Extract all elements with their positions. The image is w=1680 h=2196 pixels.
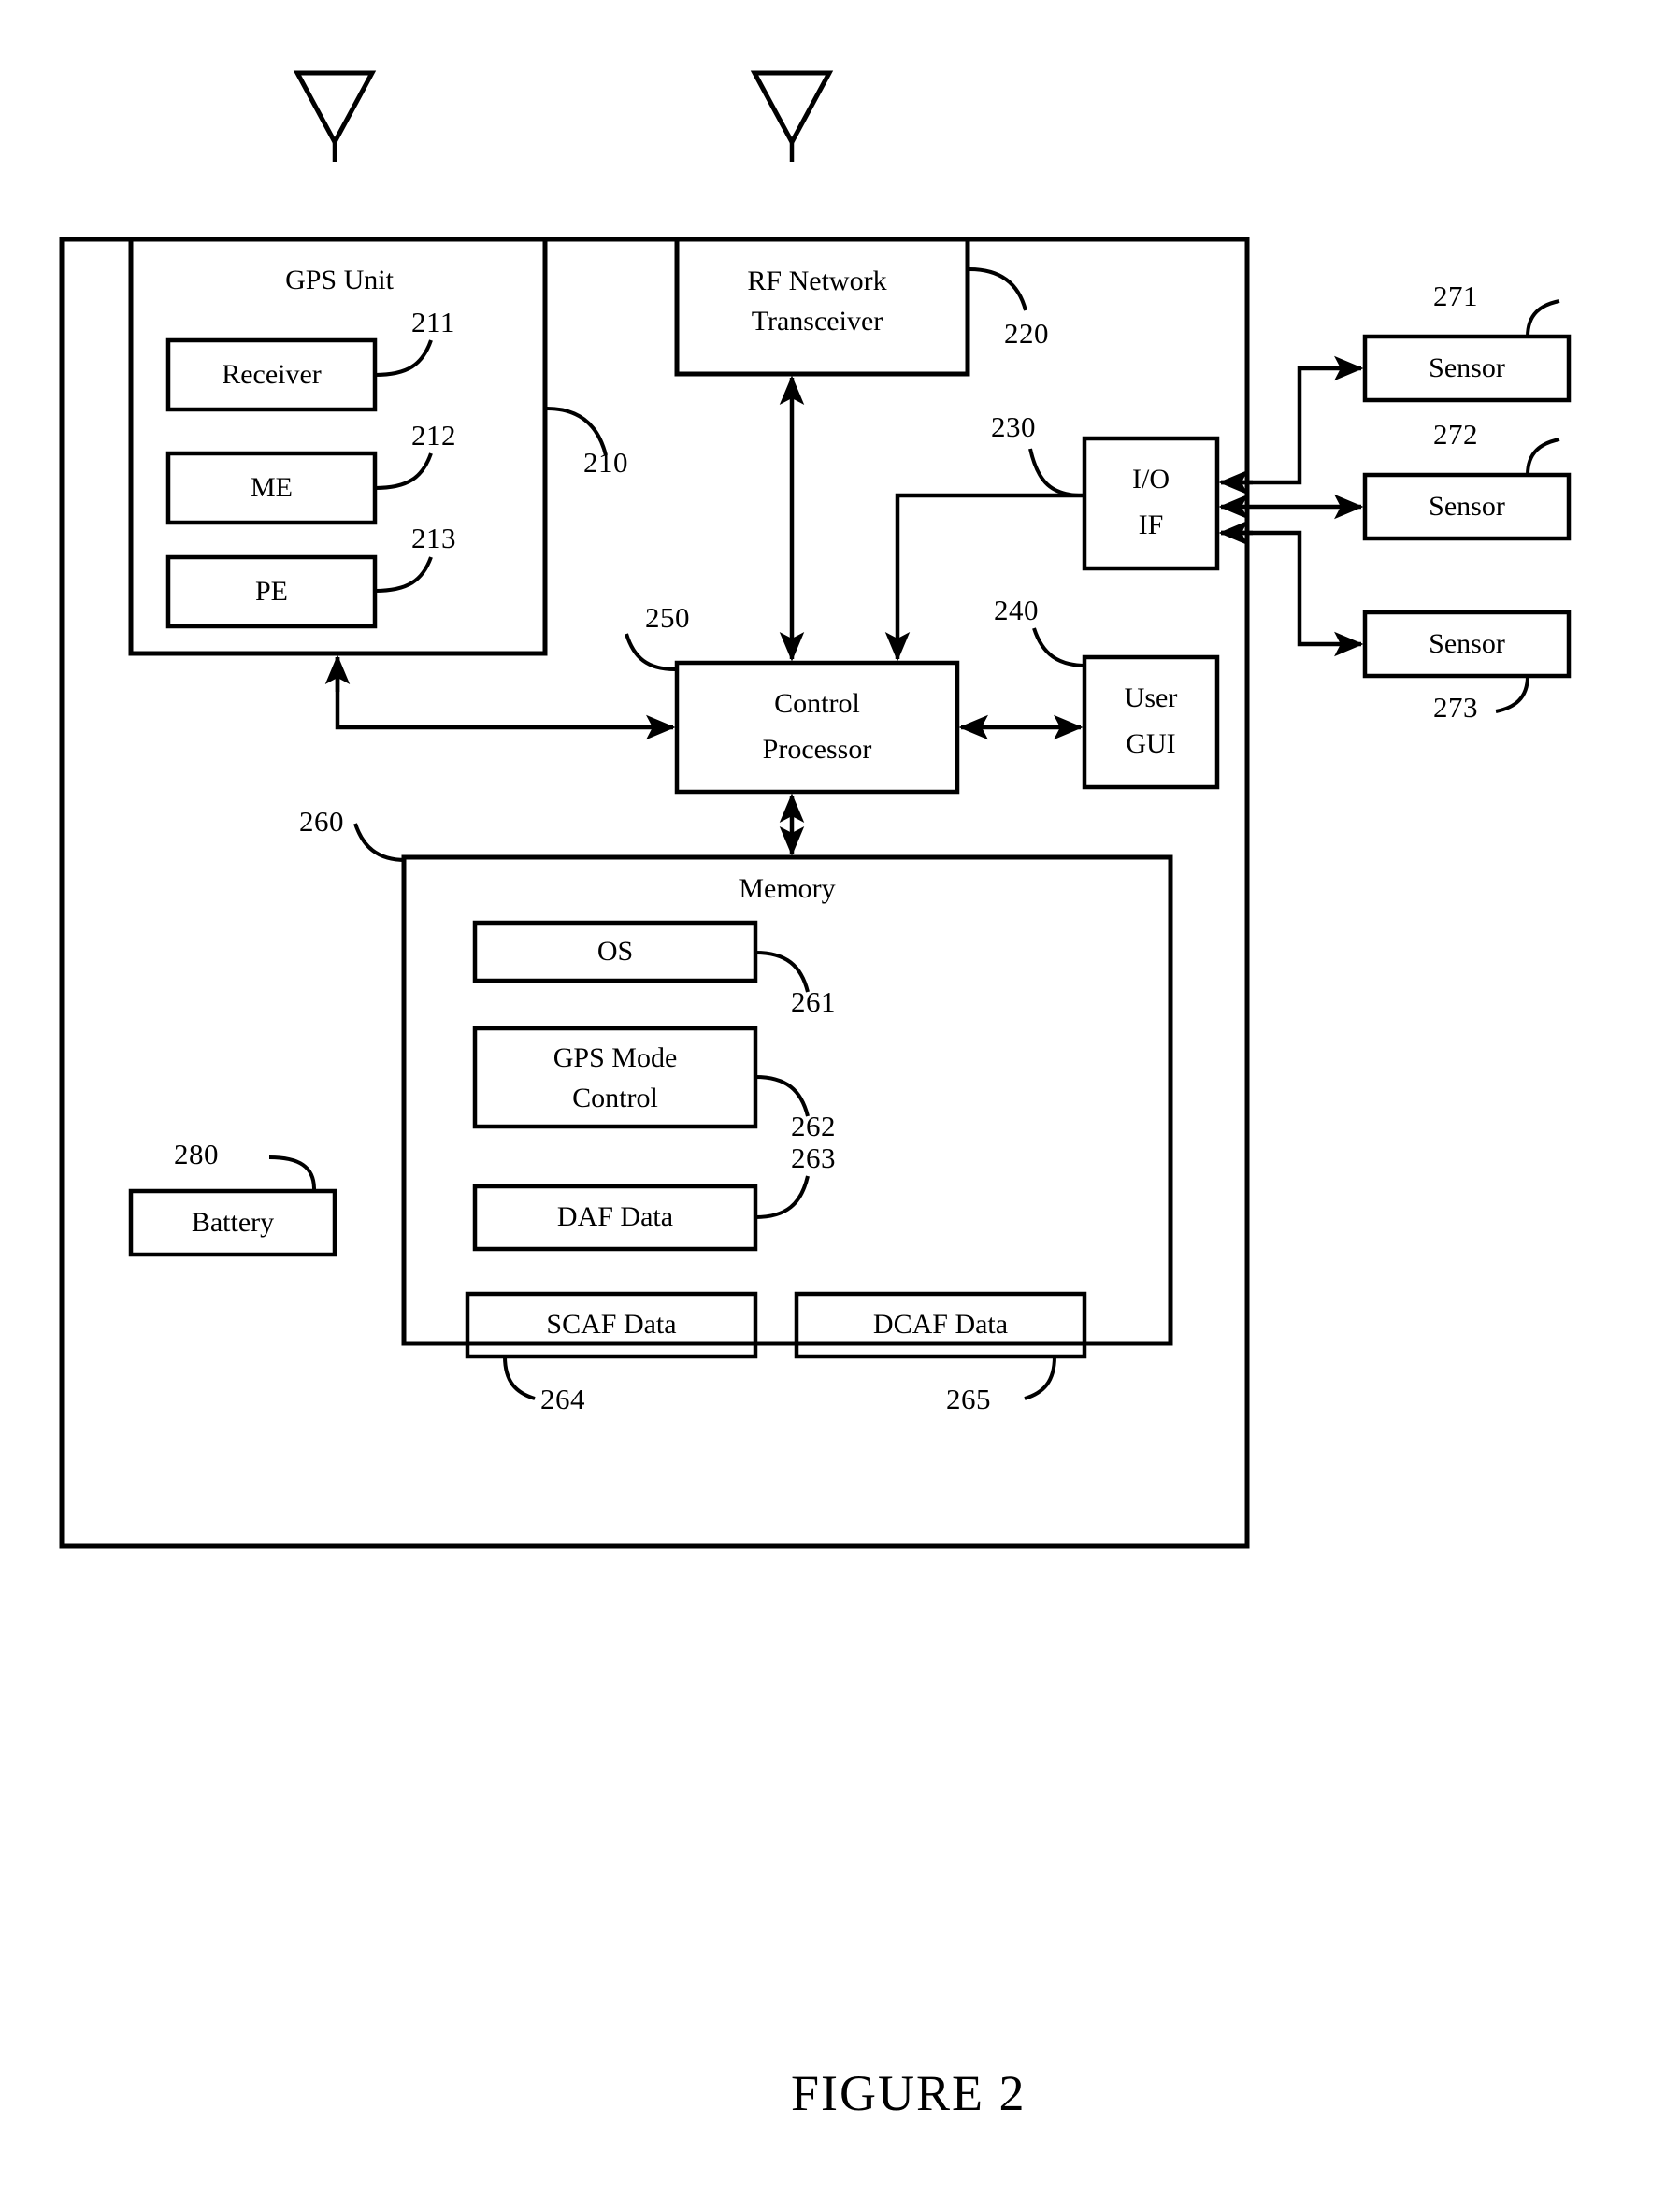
- conn-io-to-cp: [884, 493, 1083, 662]
- io-if-box: [1082, 436, 1220, 571]
- dcaf-data-box: [794, 1291, 1087, 1359]
- leader-261: [754, 951, 810, 993]
- device-enclosure: [59, 237, 1250, 1549]
- leader-210: [546, 407, 608, 456]
- leader-263: [754, 1175, 810, 1219]
- receiver-box: [165, 337, 378, 412]
- sensor-2-box: [1362, 472, 1572, 541]
- battery-box: [128, 1188, 337, 1257]
- leader-264: [503, 1356, 536, 1400]
- sensor-1-box: [1362, 334, 1572, 403]
- leader-262: [754, 1075, 810, 1117]
- leader-213: [374, 556, 433, 593]
- leader-230: [1028, 448, 1084, 497]
- memory-box: [401, 854, 1173, 1346]
- me-box: [165, 451, 378, 525]
- rf-antenna-icon: [750, 70, 834, 162]
- gps-unit-box: [128, 239, 548, 656]
- conn-io-to-sensor3: [1221, 530, 1364, 657]
- conn-io-to-sensor1: [1221, 355, 1364, 485]
- leader-271: [1526, 299, 1560, 337]
- daf-data-box: [472, 1184, 758, 1252]
- leader-220: [969, 267, 1027, 311]
- control-processor-box: [674, 660, 960, 795]
- leader-272: [1526, 438, 1560, 476]
- patent-figure: GPS Unit Receiver ME PE RF Network Trans…: [0, 0, 1680, 2196]
- leader-250: [625, 633, 676, 671]
- leader-212: [374, 452, 433, 490]
- leader-273: [1495, 675, 1529, 713]
- pe-box: [165, 554, 378, 629]
- leader-265: [1024, 1356, 1056, 1400]
- leader-240: [1032, 627, 1087, 667]
- rf-transceiver-box: [674, 239, 970, 377]
- gps-antenna-icon: [293, 70, 377, 162]
- sensor-3-box: [1362, 610, 1572, 679]
- gps-mode-control-box: [472, 1026, 758, 1129]
- leader-280: [268, 1155, 316, 1190]
- leader-211: [374, 339, 433, 377]
- conn-gps-to-cp: [335, 657, 676, 740]
- os-box: [472, 920, 758, 983]
- scaf-data-box: [465, 1291, 758, 1359]
- leader-260: [353, 823, 407, 862]
- diagram-canvas: [59, 70, 1572, 1549]
- user-gui-box: [1082, 654, 1220, 790]
